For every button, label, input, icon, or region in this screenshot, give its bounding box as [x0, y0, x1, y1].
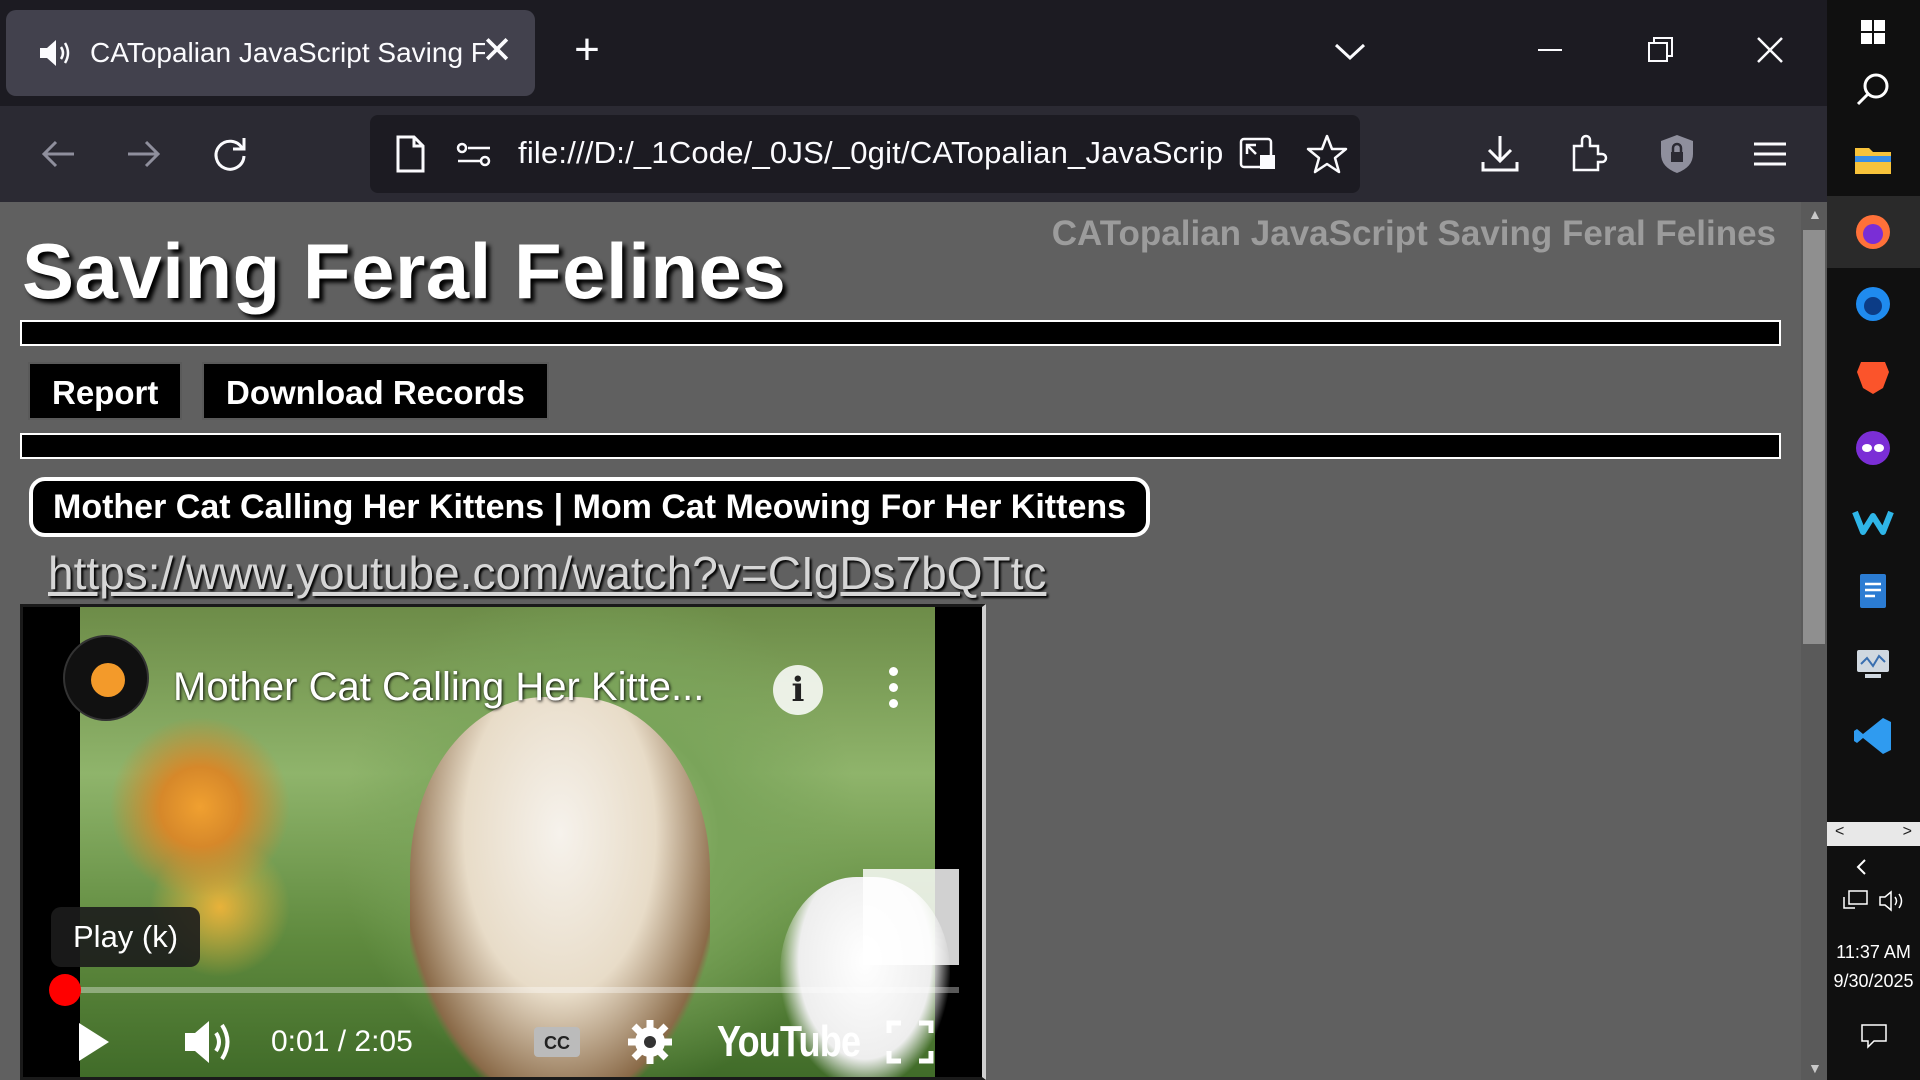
url-bar[interactable]: file:///D:/_1Code/_0JS/_0git/CATopalian_… — [370, 115, 1360, 193]
scrollbar-thumb[interactable] — [1803, 230, 1825, 644]
more-options-icon[interactable] — [889, 667, 899, 711]
document-editor-icon[interactable] — [1845, 564, 1901, 620]
site-subtitle: CATopalian JavaScript Saving Feral Felin… — [1051, 214, 1776, 253]
shield-lock-icon[interactable] — [1655, 132, 1699, 176]
time-display: 0:01 / 2:05 — [271, 1025, 413, 1058]
taskbar-scroll[interactable]: < > — [1827, 822, 1920, 846]
info-icon[interactable]: i — [773, 665, 823, 715]
scrubber-knob[interactable] — [49, 974, 82, 1006]
windows-taskbar: < > 11:37 AM 9/30/2025 — [1827, 0, 1920, 1080]
volume-icon[interactable] — [181, 1015, 237, 1069]
network-icon[interactable] — [1841, 888, 1871, 914]
channel-avatar[interactable] — [63, 635, 149, 721]
minimize-icon[interactable] — [1530, 30, 1570, 70]
scroll-down-icon[interactable]: ▼ — [1808, 1060, 1822, 1076]
picture-in-picture-icon[interactable] — [1238, 135, 1278, 173]
restore-icon[interactable] — [1640, 30, 1680, 70]
tab-close-icon[interactable]: ✕ — [481, 32, 513, 70]
extensions-icon[interactable] — [1566, 132, 1610, 176]
video-link[interactable]: https://www.youtube.com/watch?v=CIgDs7bQ… — [48, 546, 1046, 600]
page-content: CATopalian JavaScript Saving Feral Felin… — [0, 202, 1801, 1080]
svg-text:CC: CC — [544, 1033, 570, 1053]
volume-tray-icon[interactable] — [1877, 888, 1907, 914]
progress-bar[interactable] — [49, 974, 959, 1006]
divider-bar — [20, 433, 1781, 459]
navigation-toolbar: file:///D:/_1Code/_0JS/_0git/CATopalian_… — [0, 106, 1827, 202]
vscode-icon[interactable] — [1845, 708, 1901, 764]
divider-bar — [20, 320, 1781, 346]
forward-arrow-icon[interactable] — [122, 132, 166, 176]
firefox-developer-icon[interactable] — [1845, 276, 1901, 332]
private-browsing-icon[interactable] — [1845, 420, 1901, 476]
player-title[interactable]: Mother Cat Calling Her Kitte... — [173, 665, 704, 710]
chevron-down-icon[interactable] — [1332, 36, 1368, 66]
page-title: Saving Feral Felines — [22, 227, 787, 315]
hamburger-menu-icon[interactable] — [1748, 132, 1792, 176]
permissions-icon[interactable] — [454, 137, 494, 171]
notifications-icon[interactable] — [1859, 1022, 1889, 1050]
system-monitor-icon[interactable] — [1845, 636, 1901, 692]
taskbar-clock[interactable]: 11:37 AM 9/30/2025 — [1827, 938, 1920, 996]
firefox-icon[interactable] — [1845, 204, 1901, 260]
speaker-icon[interactable] — [38, 38, 72, 68]
fullscreen-icon[interactable] — [885, 1015, 935, 1069]
search-icon[interactable] — [1845, 62, 1901, 118]
tab-title: CATopalian JavaScript Saving Feral Felin… — [90, 37, 485, 68]
close-window-icon[interactable] — [1750, 30, 1790, 70]
waterfox-icon[interactable] — [1845, 492, 1901, 548]
file-explorer-icon[interactable] — [1845, 132, 1901, 188]
report-button[interactable]: Report — [28, 362, 183, 420]
video-title: Mother Cat Calling Her Kittens | Mom Cat… — [29, 477, 1151, 537]
video-player[interactable]: Mother Cat Calling Her Kitte... i Play (… — [20, 604, 986, 1080]
url-text[interactable]: file:///D:/_1Code/_0JS/_0git/CATopalian_… — [518, 135, 1223, 171]
youtube-logo[interactable]: YouTube — [717, 1017, 861, 1067]
windows-start-icon[interactable] — [1845, 4, 1901, 60]
settings-gear-icon[interactable] — [623, 1015, 677, 1069]
back-arrow-icon[interactable] — [36, 132, 80, 176]
page-icon[interactable] — [392, 134, 428, 174]
bookmark-star-icon[interactable] — [1306, 133, 1348, 175]
clock-date: 9/30/2025 — [1833, 971, 1914, 991]
browser-window: CATopalian JavaScript Saving Feral Felin… — [0, 0, 1827, 1080]
tab-bar: CATopalian JavaScript Saving Feral Felin… — [0, 0, 1827, 106]
brave-icon[interactable] — [1845, 348, 1901, 404]
show-hidden-icons-icon[interactable] — [1851, 856, 1873, 878]
vertical-scrollbar[interactable]: ▲ ▼ — [1801, 202, 1827, 1080]
captions-icon[interactable]: CC — [531, 1015, 583, 1069]
tab-active[interactable]: CATopalian JavaScript Saving Feral Felin… — [6, 10, 535, 96]
channel-watermark[interactable] — [863, 869, 959, 965]
downloads-icon[interactable] — [1478, 132, 1522, 176]
scroll-up-icon[interactable]: ▲ — [1808, 206, 1822, 222]
clock-time: 11:37 AM — [1836, 942, 1911, 962]
play-tooltip: Play (k) — [51, 907, 201, 967]
play-icon[interactable] — [71, 1015, 115, 1069]
new-tab-button[interactable]: + — [567, 28, 607, 72]
download-records-button[interactable]: Download Records — [202, 362, 549, 420]
reload-icon[interactable] — [208, 132, 252, 176]
